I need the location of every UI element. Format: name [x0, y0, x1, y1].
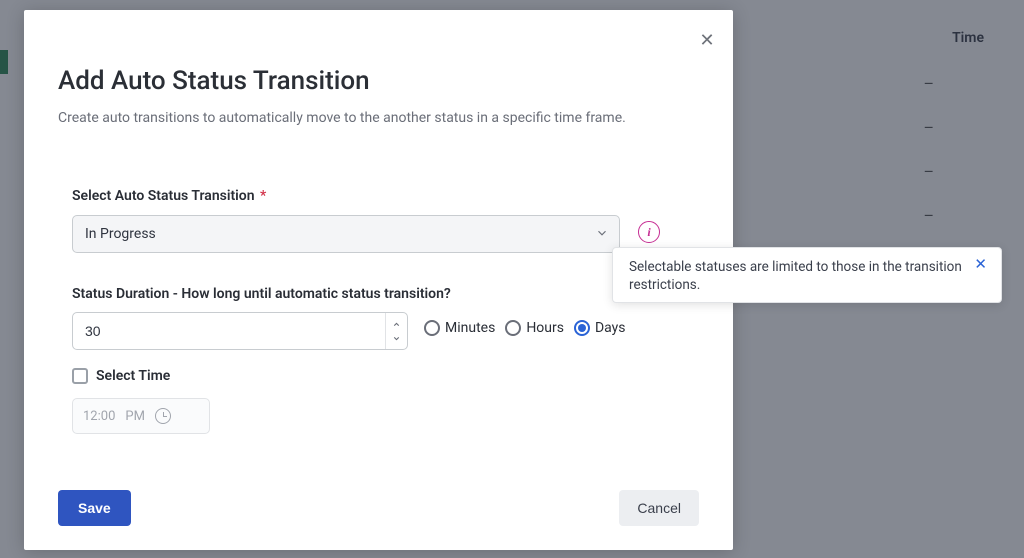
time-value: 12:00: [83, 409, 115, 424]
close-modal-button[interactable]: ✕: [695, 28, 719, 52]
cancel-button[interactable]: Cancel: [619, 490, 699, 526]
radio-icon: [505, 320, 521, 336]
radio-icon: [424, 320, 440, 336]
chevron-down-icon: [595, 226, 609, 244]
required-asterisk: *: [260, 188, 266, 204]
select-value: In Progress: [85, 226, 156, 242]
select-transition-label: Select Auto Status Transition *: [72, 188, 266, 204]
select-time-label: Select Time: [96, 368, 170, 384]
time-picker[interactable]: 12:00 PM: [72, 398, 210, 434]
modal-subtitle: Create auto transitions to automatically…: [58, 110, 626, 126]
close-icon: ✕: [974, 256, 987, 273]
close-icon: ✕: [699, 30, 714, 51]
info-icon[interactable]: i: [638, 221, 660, 243]
duration-input[interactable]: [73, 323, 385, 339]
select-time-row: Select Time: [72, 368, 170, 384]
tooltip-text: Selectable statuses are limited to those…: [629, 259, 962, 293]
modal-title: Add Auto Status Transition: [58, 66, 370, 96]
save-button[interactable]: Save: [58, 490, 131, 526]
radio-minutes[interactable]: Minutes: [424, 320, 495, 336]
clock-icon: [155, 408, 171, 424]
tooltip-close-button[interactable]: ✕: [968, 254, 993, 274]
duration-input-wrap: [72, 312, 408, 350]
quantity-stepper[interactable]: [385, 313, 407, 349]
radio-hours[interactable]: Hours: [505, 320, 564, 336]
radio-days[interactable]: Days: [574, 320, 626, 336]
time-meridiem: PM: [125, 409, 145, 424]
info-tooltip: ✕ Selectable statuses are limited to tho…: [612, 247, 1002, 303]
stepper-down-icon[interactable]: [386, 331, 407, 345]
duration-label: Status Duration - How long until automat…: [72, 286, 451, 302]
radio-label: Days: [595, 320, 626, 336]
select-time-checkbox[interactable]: [72, 368, 88, 384]
radio-icon-selected: [574, 320, 590, 336]
duration-unit-radios: Minutes Hours Days: [424, 320, 626, 336]
status-transition-select[interactable]: In Progress: [72, 215, 620, 253]
radio-label: Minutes: [445, 320, 495, 336]
radio-label: Hours: [526, 320, 564, 336]
stepper-up-icon[interactable]: [386, 317, 407, 331]
